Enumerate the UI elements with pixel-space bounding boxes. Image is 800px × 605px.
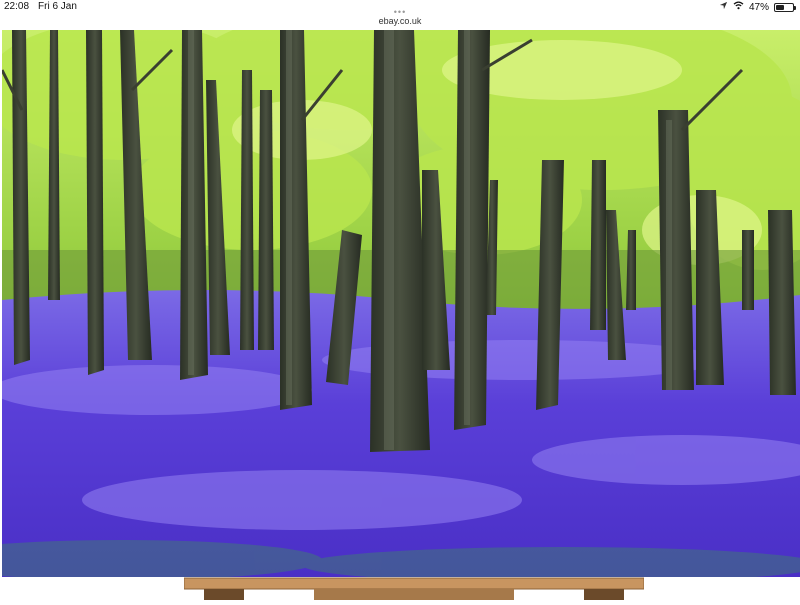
product-image[interactable] <box>2 30 800 577</box>
display-stand <box>183 576 645 600</box>
bluebell-forest-photo <box>2 30 800 577</box>
address-bar[interactable]: ••• ebay.co.uk <box>0 8 800 30</box>
url-text[interactable]: ebay.co.uk <box>0 16 800 26</box>
three-dots-icon[interactable]: ••• <box>0 8 800 17</box>
